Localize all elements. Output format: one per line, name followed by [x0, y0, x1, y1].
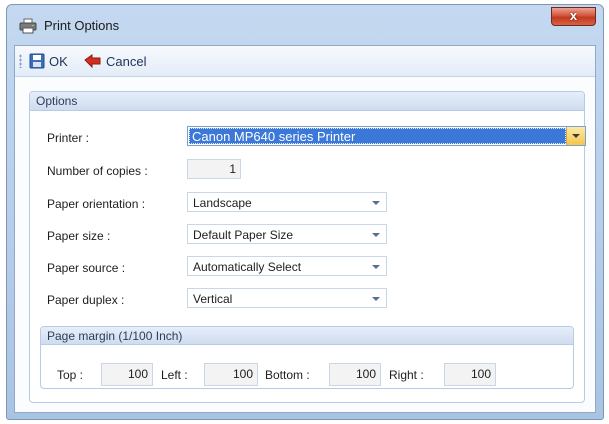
chevron-down-icon: [372, 265, 380, 269]
paper-size-value: Default Paper Size: [193, 228, 294, 242]
printer-value: Canon MP640 series Printer: [192, 129, 356, 144]
save-disk-icon: [29, 53, 45, 69]
options-group: Options Printer : Canon MP640 series Pri…: [29, 91, 586, 403]
paper-size-select[interactable]: Default Paper Size: [187, 224, 387, 244]
margin-right-label: Right :: [389, 368, 424, 382]
cancel-button[interactable]: Cancel: [84, 51, 146, 71]
margin-right-input[interactable]: 100: [444, 363, 496, 386]
margin-left-input[interactable]: 100: [204, 363, 258, 386]
close-button[interactable]: x: [551, 7, 596, 26]
dialog-client: OK Cancel Options Printer : Canon MP640 …: [14, 45, 596, 413]
chevron-down-icon: [372, 201, 380, 205]
printer-select[interactable]: Canon MP640 series Printer: [187, 126, 586, 146]
back-arrow-icon: [84, 54, 101, 69]
margin-top-label: Top :: [57, 368, 84, 382]
printer-label: Printer :: [47, 131, 90, 145]
options-group-title: Options: [36, 94, 78, 108]
paper-duplex-value: Vertical: [193, 292, 233, 306]
chevron-down-icon: [372, 233, 380, 237]
margin-bottom-input[interactable]: 100: [329, 363, 381, 386]
paper-duplex-label: Paper duplex :: [47, 293, 125, 307]
orientation-value: Landscape: [193, 196, 252, 210]
page-margin-header: Page margin (1/100 Inch): [41, 327, 573, 345]
title-bar: Print Options x: [7, 5, 603, 45]
paper-source-value: Automatically Select: [193, 260, 302, 274]
margin-top-input[interactable]: 100: [101, 363, 153, 386]
orientation-select[interactable]: Landscape: [187, 192, 387, 212]
chevron-down-icon: [572, 134, 580, 138]
copies-input[interactable]: 1: [187, 159, 241, 179]
toolbar: OK Cancel: [15, 46, 595, 77]
margin-left-label: Left :: [161, 368, 188, 382]
ok-label: OK: [49, 53, 68, 69]
printer-app-icon: [19, 18, 37, 34]
ok-button[interactable]: OK: [29, 51, 68, 71]
paper-size-label: Paper size :: [47, 229, 111, 243]
toolbar-grip[interactable]: [19, 54, 22, 68]
options-group-header: Options: [30, 92, 584, 111]
page-margin-title: Page margin (1/100 Inch): [47, 329, 183, 343]
orientation-label: Paper orientation :: [47, 197, 146, 211]
chevron-down-icon: [372, 297, 380, 301]
cancel-label: Cancel: [106, 53, 147, 69]
margin-bottom-label: Bottom :: [265, 368, 310, 382]
paper-source-select[interactable]: Automatically Select: [187, 256, 387, 276]
paper-source-label: Paper source :: [47, 261, 126, 275]
print-options-window: Print Options x OK Cancel Options Printe…: [6, 4, 604, 420]
copies-label: Number of copies :: [47, 164, 148, 178]
printer-dropdown-button[interactable]: [566, 127, 585, 145]
window-title: Print Options: [44, 18, 120, 33]
paper-duplex-select[interactable]: Vertical: [187, 288, 387, 308]
page-margin-group: Page margin (1/100 Inch) Top : 100 Left …: [40, 326, 574, 389]
